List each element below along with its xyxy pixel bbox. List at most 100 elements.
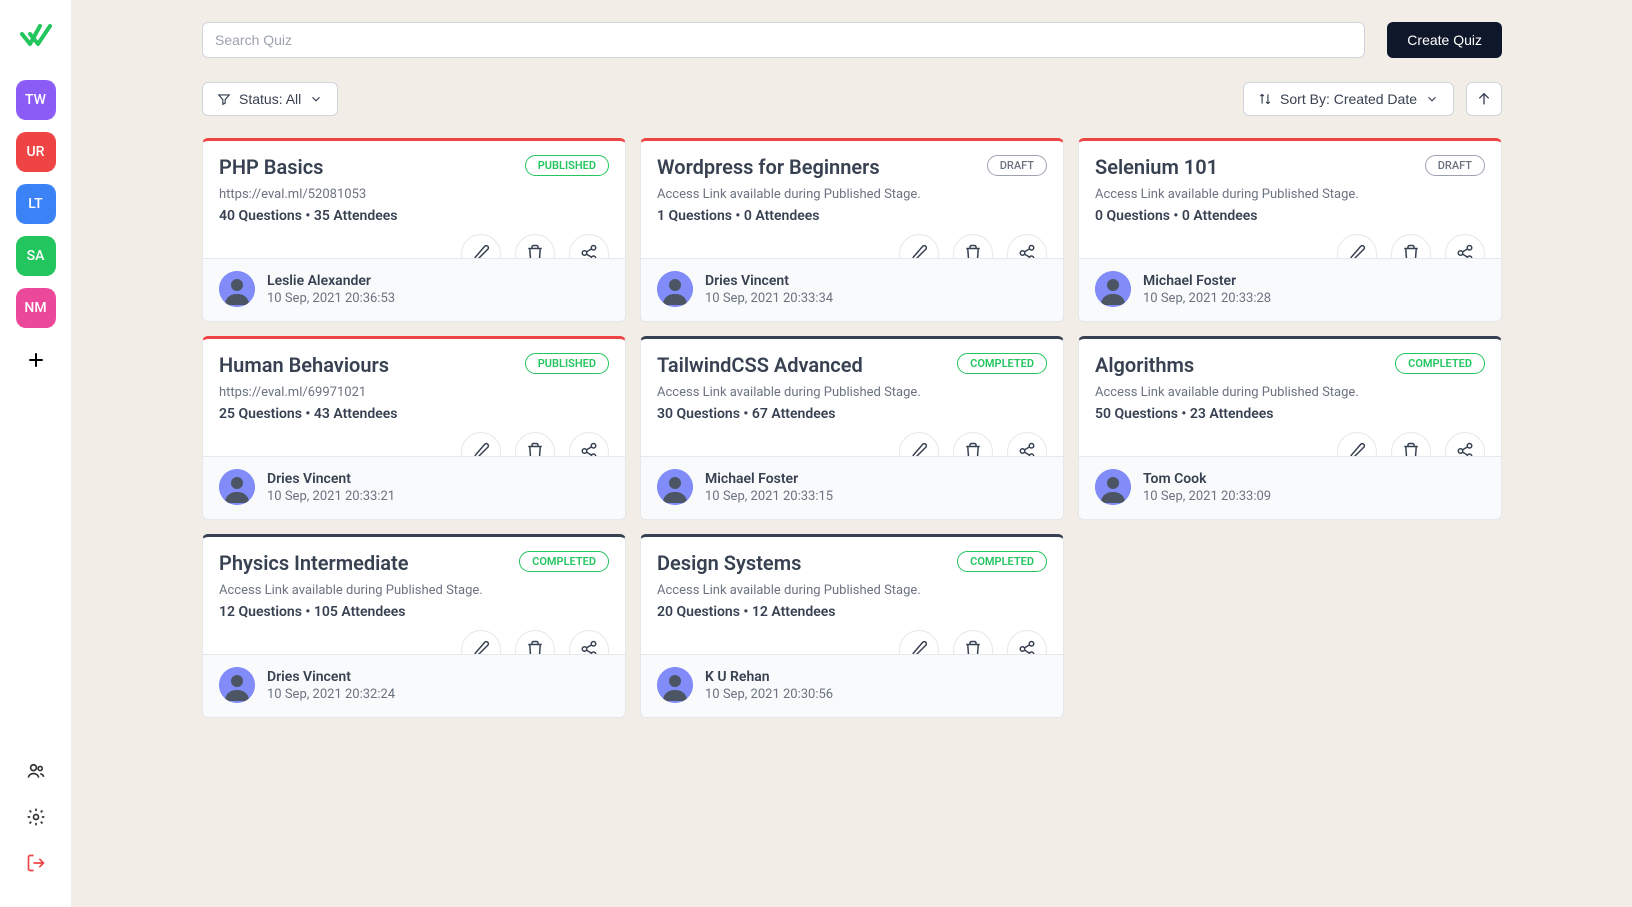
quiz-card[interactable]: DRAFT Selenium 101 Access Link available…: [1078, 138, 1502, 322]
user-info: Dries Vincent 10 Sep, 2021 20:33:34: [705, 273, 833, 306]
created-date: 10 Sep, 2021 20:33:21: [267, 489, 395, 504]
author-name: Michael Foster: [1143, 273, 1271, 289]
quiz-link: https://eval.ml/52081053: [219, 187, 609, 202]
workspace-list: TW UR LT SA NM: [16, 80, 56, 328]
quiz-link: Access Link available during Published S…: [1095, 385, 1485, 400]
card-body: PUBLISHED Human Behaviours https://eval.…: [203, 339, 625, 432]
author-name: Dries Vincent: [267, 471, 395, 487]
user-info: Dries Vincent 10 Sep, 2021 20:32:24: [267, 669, 395, 702]
card-body: COMPLETED Algorithms Access Link availab…: [1079, 339, 1501, 432]
created-date: 10 Sep, 2021 20:33:34: [705, 291, 833, 306]
workspace-badge[interactable]: TW: [16, 80, 56, 120]
sort-label: Sort By: Created Date: [1280, 91, 1417, 107]
status-filter-button[interactable]: Status: All: [202, 82, 338, 116]
top-bar: Create Quiz: [202, 22, 1502, 58]
card-body: PUBLISHED PHP Basics https://eval.ml/520…: [203, 141, 625, 234]
author-name: K U Rehan: [705, 669, 833, 685]
workspace-badge[interactable]: UR: [16, 132, 56, 172]
sidebar-top: TW UR LT SA NM: [16, 16, 56, 755]
app-logo[interactable]: [16, 16, 56, 56]
chevron-down-icon: [309, 92, 323, 106]
add-workspace-button[interactable]: [16, 340, 56, 380]
user-avatar: [1095, 271, 1131, 307]
sidebar: TW UR LT SA NM: [0, 0, 72, 907]
quiz-link: Access Link available during Published S…: [657, 385, 1047, 400]
author-name: Tom Cook: [1143, 471, 1271, 487]
quiz-link: Access Link available during Published S…: [219, 583, 609, 598]
author-name: Dries Vincent: [705, 273, 833, 289]
card-body: DRAFT Selenium 101 Access Link available…: [1079, 141, 1501, 234]
user-avatar: [657, 667, 693, 703]
arrow-up-icon: [1476, 91, 1492, 107]
quiz-card[interactable]: PUBLISHED PHP Basics https://eval.ml/520…: [202, 138, 626, 322]
quiz-card[interactable]: COMPLETED Design Systems Access Link ava…: [640, 534, 1064, 718]
status-badge: COMPLETED: [519, 551, 609, 572]
status-filter-label: Status: All: [239, 91, 301, 107]
status-badge: DRAFT: [1425, 155, 1485, 176]
user-info: K U Rehan 10 Sep, 2021 20:30:56: [705, 669, 833, 702]
search-input[interactable]: [202, 22, 1365, 58]
user-info: Dries Vincent 10 Sep, 2021 20:33:21: [267, 471, 395, 504]
quiz-card[interactable]: PUBLISHED Human Behaviours https://eval.…: [202, 336, 626, 520]
user-info: Tom Cook 10 Sep, 2021 20:33:09: [1143, 471, 1271, 504]
user-avatar: [1095, 469, 1131, 505]
card-footer: K U Rehan 10 Sep, 2021 20:30:56: [641, 654, 1063, 717]
settings-icon[interactable]: [20, 801, 52, 833]
card-footer: Dries Vincent 10 Sep, 2021 20:33:34: [641, 258, 1063, 321]
logout-icon[interactable]: [20, 847, 52, 879]
user-avatar: [219, 667, 255, 703]
status-badge: COMPLETED: [957, 551, 1047, 572]
quiz-link: Access Link available during Published S…: [657, 187, 1047, 202]
create-quiz-button[interactable]: Create Quiz: [1387, 22, 1502, 58]
status-badge: COMPLETED: [1395, 353, 1485, 374]
quiz-link: Access Link available during Published S…: [1095, 187, 1485, 202]
quiz-card[interactable]: DRAFT Wordpress for Beginners Access Lin…: [640, 138, 1064, 322]
quiz-stats: 0 Questions • 0 Attendees: [1095, 208, 1485, 224]
quiz-card[interactable]: COMPLETED Physics Intermediate Access Li…: [202, 534, 626, 718]
card-footer: Leslie Alexander 10 Sep, 2021 20:36:53: [203, 258, 625, 321]
user-avatar: [657, 271, 693, 307]
quiz-card[interactable]: COMPLETED TailwindCSS Advanced Access Li…: [640, 336, 1064, 520]
user-info: Michael Foster 10 Sep, 2021 20:33:15: [705, 471, 833, 504]
card-footer: Michael Foster 10 Sep, 2021 20:33:28: [1079, 258, 1501, 321]
sort-icon: [1258, 92, 1272, 106]
user-avatar: [219, 469, 255, 505]
author-name: Michael Foster: [705, 471, 833, 487]
card-body: COMPLETED TailwindCSS Advanced Access Li…: [641, 339, 1063, 432]
team-icon[interactable]: [20, 755, 52, 787]
quiz-stats: 40 Questions • 35 Attendees: [219, 208, 609, 224]
card-footer: Michael Foster 10 Sep, 2021 20:33:15: [641, 456, 1063, 519]
user-avatar: [657, 469, 693, 505]
sidebar-bottom: [20, 755, 52, 891]
sort-button[interactable]: Sort By: Created Date: [1243, 82, 1454, 116]
quiz-stats: 20 Questions • 12 Attendees: [657, 604, 1047, 620]
workspace-badge[interactable]: SA: [16, 236, 56, 276]
created-date: 10 Sep, 2021 20:32:24: [267, 687, 395, 702]
workspace-badge[interactable]: LT: [16, 184, 56, 224]
quiz-stats: 50 Questions • 23 Attendees: [1095, 406, 1485, 422]
quiz-card[interactable]: COMPLETED Algorithms Access Link availab…: [1078, 336, 1502, 520]
quiz-stats: 25 Questions • 43 Attendees: [219, 406, 609, 422]
search-wrapper: [202, 22, 1365, 58]
main-content: Create Quiz Status: All Sort By: Created…: [72, 0, 1632, 907]
user-info: Leslie Alexander 10 Sep, 2021 20:36:53: [267, 273, 395, 306]
quiz-stats: 12 Questions • 105 Attendees: [219, 604, 609, 620]
workspace-badge[interactable]: NM: [16, 288, 56, 328]
user-avatar: [219, 271, 255, 307]
card-body: COMPLETED Physics Intermediate Access Li…: [203, 537, 625, 630]
controls-bar: Status: All Sort By: Created Date: [202, 82, 1502, 116]
created-date: 10 Sep, 2021 20:36:53: [267, 291, 395, 306]
card-footer: Dries Vincent 10 Sep, 2021 20:32:24: [203, 654, 625, 717]
chevron-down-icon: [1425, 92, 1439, 106]
author-name: Dries Vincent: [267, 669, 395, 685]
author-name: Leslie Alexander: [267, 273, 395, 289]
created-date: 10 Sep, 2021 20:33:09: [1143, 489, 1271, 504]
status-badge: PUBLISHED: [525, 155, 609, 176]
quiz-link: https://eval.ml/69971021: [219, 385, 609, 400]
card-footer: Tom Cook 10 Sep, 2021 20:33:09: [1079, 456, 1501, 519]
card-footer: Dries Vincent 10 Sep, 2021 20:33:21: [203, 456, 625, 519]
sort-direction-button[interactable]: [1466, 82, 1502, 116]
status-badge: COMPLETED: [957, 353, 1047, 374]
created-date: 10 Sep, 2021 20:33:15: [705, 489, 833, 504]
status-badge: PUBLISHED: [525, 353, 609, 374]
